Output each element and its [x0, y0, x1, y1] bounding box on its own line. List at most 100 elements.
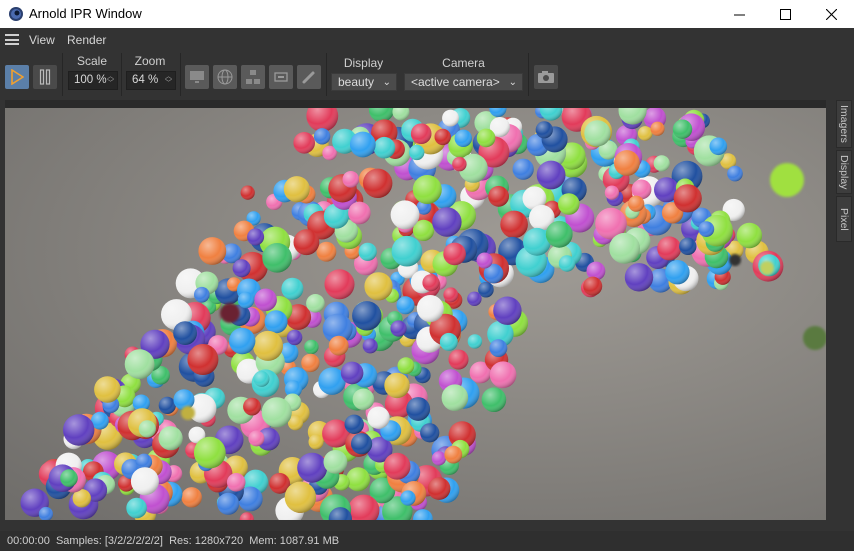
minimize-button[interactable]: [716, 0, 762, 28]
particle-sphere-shading: [301, 353, 320, 373]
zoom-value: 64 %: [132, 74, 159, 86]
camera-dropdown[interactable]: <active camera> ⌄: [404, 73, 523, 91]
particle-sphere-shading: [467, 291, 482, 306]
particle-sphere-shading: [452, 156, 467, 172]
particle-sphere-shading: [130, 467, 159, 496]
particle-sphere-shading: [286, 329, 303, 346]
particle-sphere-shading: [384, 372, 410, 399]
particle-sphere-shading: [344, 414, 364, 434]
render-viewport[interactable]: [5, 108, 826, 520]
particle-sphere-shading: [493, 296, 522, 325]
tab-pixel[interactable]: Pixel: [836, 196, 852, 242]
frame-icon: [274, 72, 288, 82]
particle-sphere-shading: [342, 171, 360, 188]
particle-sphere-shading: [181, 487, 202, 508]
particle-sphere-shading: [306, 294, 325, 313]
particle-sphere-shading: [434, 128, 451, 146]
particle-sphere-shading: [489, 339, 508, 357]
particle-sphere-shading: [363, 168, 393, 198]
particle-sphere-shading: [727, 165, 743, 182]
menu-render[interactable]: Render: [67, 33, 106, 47]
particle-sphere-shading: [396, 296, 415, 315]
snapshot-button[interactable]: [534, 65, 558, 89]
menu-view[interactable]: View: [29, 33, 55, 47]
particle-sphere-shading: [476, 252, 493, 269]
pause-render-button[interactable]: [33, 65, 57, 89]
particle-sphere-shading: [536, 160, 566, 190]
particle-sphere-shading: [454, 129, 472, 147]
particle-sphere-shading: [364, 272, 393, 301]
particle-sphere-shading: [262, 243, 292, 273]
particle-sphere-shading: [422, 274, 440, 292]
stray-particle: [760, 261, 774, 275]
toolbar: Scale 100 % ︿ ﹀ Zoom 64 % ︿ ﹀ Display beau…: [0, 51, 854, 98]
particle-sphere-shading: [653, 155, 670, 172]
crop-button[interactable]: [269, 65, 293, 89]
toolbar-separator: [326, 53, 327, 96]
world-view-button[interactable]: [213, 65, 237, 89]
particle-sphere-shading: [187, 344, 219, 375]
display-label: Display: [343, 56, 384, 70]
toolbar-separator: [62, 53, 63, 96]
spin-arrows-icon[interactable]: ︿ ﹀: [107, 73, 114, 87]
tab-display[interactable]: Display: [836, 150, 852, 194]
particle-sphere-shading: [609, 232, 640, 264]
particle-sphere-shading: [281, 277, 304, 300]
particle-sphere-shading: [397, 357, 415, 375]
menu-bar: View Render: [0, 28, 854, 51]
particle-sphere-shading: [488, 185, 509, 207]
scale-value: 100 %: [74, 74, 107, 86]
particle-sphere-shading: [158, 396, 176, 414]
particle-sphere-shading: [400, 490, 416, 506]
camera-label: Camera: [442, 56, 485, 70]
resolution-readout: Res: 1280x720: [169, 535, 244, 547]
particle-sphere-shading: [614, 150, 640, 176]
particle-sphere-shading: [60, 469, 78, 487]
particle-sphere-shading: [412, 175, 442, 204]
particle-sphere-shading: [431, 451, 446, 466]
spin-arrows-icon[interactable]: ︿ ﹀: [165, 73, 172, 87]
particle-sphere-shading: [352, 388, 375, 411]
stray-particle: [181, 406, 195, 420]
particle-sphere-shading: [253, 330, 283, 361]
particle-sphere-shading: [410, 123, 432, 144]
particle-sphere-shading: [349, 131, 376, 158]
start-render-button[interactable]: [5, 65, 29, 89]
particle-sphere-shading: [500, 210, 528, 239]
particle-sphere-shading: [512, 158, 534, 180]
tab-imagers[interactable]: Imagers: [836, 100, 852, 148]
particle-sphere-shading: [62, 414, 95, 446]
display-dropdown[interactable]: beauty ⌄: [331, 73, 397, 91]
maximize-button[interactable]: [762, 0, 808, 28]
particle-sphere-shading: [226, 473, 246, 492]
maximize-icon: [779, 8, 791, 20]
particle-sphere-shading: [308, 434, 324, 450]
zoom-input[interactable]: 64 % ︿ ﹀: [126, 71, 176, 90]
render-region-button[interactable]: [185, 65, 209, 89]
scale-label: Scale: [76, 54, 108, 68]
particle-sphere-shading: [173, 321, 198, 345]
samples-readout: Samples: [3/2/2/2/2/2]: [55, 535, 163, 547]
window-title: Arnold IPR Window: [29, 6, 142, 21]
particle-sphere-shading: [362, 338, 378, 354]
particle-sphere-shading: [416, 295, 444, 322]
particle-sphere-shading: [679, 237, 697, 255]
scale-input[interactable]: 100 % ︿ ﹀: [68, 71, 118, 90]
close-button[interactable]: [808, 0, 854, 28]
particle-sphere-shading: [650, 121, 665, 136]
cinema4d-logo-icon: [9, 7, 23, 21]
particle-sphere-shading: [158, 426, 183, 451]
particle-sphere-shading: [340, 361, 364, 385]
chevron-down-icon: ⌄: [508, 77, 517, 88]
side-panel: Imagers Display Pixel: [826, 98, 854, 522]
particle-sphere-shading: [94, 376, 121, 403]
particle-sphere-shading: [391, 235, 423, 267]
particle-sphere-shading: [383, 452, 411, 480]
particle-sphere-shading: [261, 397, 292, 428]
particle-sphere-shading: [229, 327, 256, 355]
hamburger-menu-icon[interactable]: [5, 34, 19, 45]
particle-sphere-shading: [489, 361, 517, 388]
debug-shading-button[interactable]: [297, 65, 321, 89]
hierarchy-button[interactable]: [241, 65, 265, 89]
particle-sphere-shading: [604, 185, 620, 200]
